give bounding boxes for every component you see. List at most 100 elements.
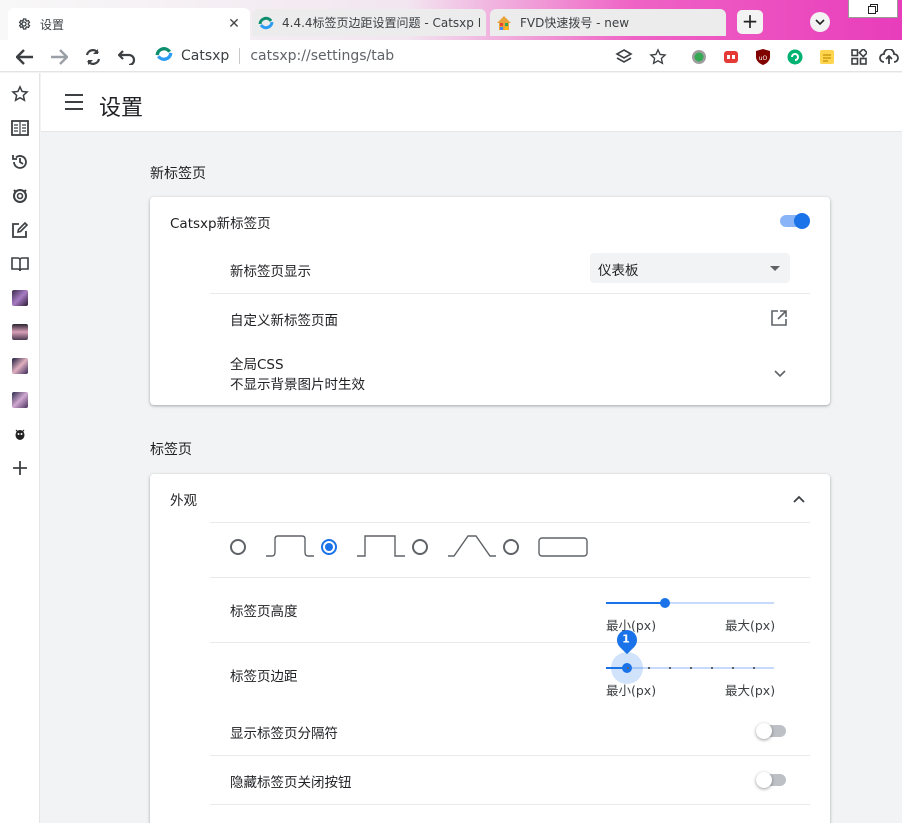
slider-tick [690,667,692,669]
section-title-tabs: 标签页 [150,442,192,458]
divider [210,522,810,523]
side-edit-icon[interactable] [10,220,30,240]
tab-title: 设置 [40,17,65,32]
newtab-card: Catsxp新标签页 新标签页显示 仪表板 自定义新标签页面 全局CSS 不显示… [150,197,830,405]
ublock-shield-icon[interactable]: uO [752,46,774,68]
tab-separator-label: 显示标签页分隔符 [230,726,338,742]
tab-height-slider[interactable] [606,593,774,613]
side-reader-icon[interactable] [10,254,30,274]
side-clean-icon[interactable] [10,186,30,206]
slider-thumb [660,598,670,608]
svg-text:uO: uO [759,55,768,62]
external-link-icon[interactable] [770,309,790,329]
catsxp-logo-icon [258,15,274,31]
new-tab-button[interactable]: + [737,10,763,34]
slider-value: 1 [622,632,630,646]
chevron-down-icon[interactable] [774,367,788,378]
tabs-card: 外观 标签页高度 最小(px) 最大(px) 标签页边距 1 最小(px) 最大… [150,474,830,823]
tab-margin-slider[interactable]: 1 [606,625,774,684]
slanted-tab-shape-icon [448,535,496,557]
site-name: Catsxp [181,48,230,64]
slider-tick [753,667,755,669]
slider-tick [669,667,671,669]
newtab-display-label: 新标签页显示 [230,264,311,280]
catsxp-logo-icon [155,45,173,67]
tab-shape-radio-4[interactable] [503,539,519,555]
side-reading-list-icon[interactable] [10,118,30,138]
square-tab-shape-icon [357,535,405,557]
menu-icon[interactable] [65,94,83,110]
side-panel [0,73,40,823]
undo-close-button[interactable] [116,46,138,68]
tab-search-button[interactable] [810,12,830,32]
bookmark-star-icon[interactable] [647,46,669,68]
cloud-upload-icon[interactable] [878,46,900,68]
undo-icon [118,50,136,65]
appearance-label: 外观 [170,493,197,509]
divider [210,804,810,805]
global-css-sublabel: 不显示背景图片时生效 [230,377,365,393]
extensions-grid-icon[interactable] [848,46,870,68]
divider [239,48,241,64]
back-arrow-icon [16,49,33,65]
page-title: 设置 [99,96,144,121]
chevron-down-icon [815,19,825,25]
home-icon [496,15,512,31]
forward-button[interactable] [48,46,70,68]
newtab-display-select[interactable]: 仪表板 [590,253,790,283]
tab-height-max-label: 最大(px) [725,618,776,633]
side-bookmarks-star-icon[interactable] [10,84,30,104]
extension-red-icon[interactable] [720,46,742,68]
newtab-toggle[interactable] [778,213,810,229]
restore-window-button[interactable] [848,0,898,18]
tab-title: 4.4.4标签页边距设置问题 - Catsxp Fc [282,16,480,30]
tab-forum[interactable]: 4.4.4标签页边距设置问题 - Catsxp Fc [252,9,486,36]
chevron-up-icon[interactable] [793,492,807,503]
side-app-thumb-1[interactable] [10,288,30,308]
side-add-icon[interactable] [10,458,30,478]
hide-close-button-toggle[interactable] [756,772,788,788]
side-app-thumb-2[interactable] [10,322,30,342]
tab-margin-max-label: 最大(px) [725,683,776,698]
divider [210,755,810,756]
rounded-tab-shape-icon [266,535,314,557]
tab-shape-radio-2[interactable] [321,539,337,555]
divider [210,642,810,643]
url-text: catsxp://settings/tab [250,48,395,64]
tab-shape-radio-1[interactable] [230,539,246,555]
newtab-toggle-label: Catsxp新标签页 [170,216,271,232]
global-css-label: 全局CSS [230,357,284,373]
reload-icon [85,49,101,65]
slider-tick [732,667,734,669]
tab-title: FVD快速拨号 - new [520,16,630,30]
tab-shape-radio-3[interactable] [412,539,428,555]
side-history-icon[interactable] [10,152,30,172]
tab-margin-label: 标签页边距 [230,669,298,685]
gear-icon [16,16,32,32]
tab-strip: 设置 ✕ 4.4.4标签页边距设置问题 - Catsxp Fc FVD快速拨号 … [0,0,902,40]
side-bug-icon[interactable] [10,424,30,444]
settings-header: 设置 [41,73,902,132]
layers-icon[interactable] [613,46,635,68]
extension-notes-icon[interactable] [816,46,838,68]
side-app-thumb-4[interactable] [10,390,30,410]
back-button[interactable] [14,46,36,68]
tab-separator-toggle[interactable] [756,723,788,739]
extension-green-dot-icon[interactable] [688,46,710,68]
side-app-thumb-3[interactable] [10,356,30,376]
extension-teal-icon[interactable] [784,46,806,68]
tab-speed-dial[interactable]: FVD快速拨号 - new [490,9,726,36]
restore-icon [868,3,878,14]
divider [210,577,810,578]
address-bar[interactable]: Catsxp catsxp://settings/tab [155,44,394,68]
forward-arrow-icon [51,49,68,65]
pill-tab-shape-icon [538,537,588,557]
tab-settings[interactable]: 设置 ✕ [8,8,250,40]
reload-button[interactable] [82,46,104,68]
slider-tick [627,667,629,669]
tab-height-label: 标签页高度 [230,604,298,620]
divider [210,293,810,294]
hide-close-button-label: 隐藏标签页关闭按钮 [230,775,352,791]
close-icon[interactable]: ✕ [226,16,242,32]
dropdown-caret-icon [770,266,780,271]
